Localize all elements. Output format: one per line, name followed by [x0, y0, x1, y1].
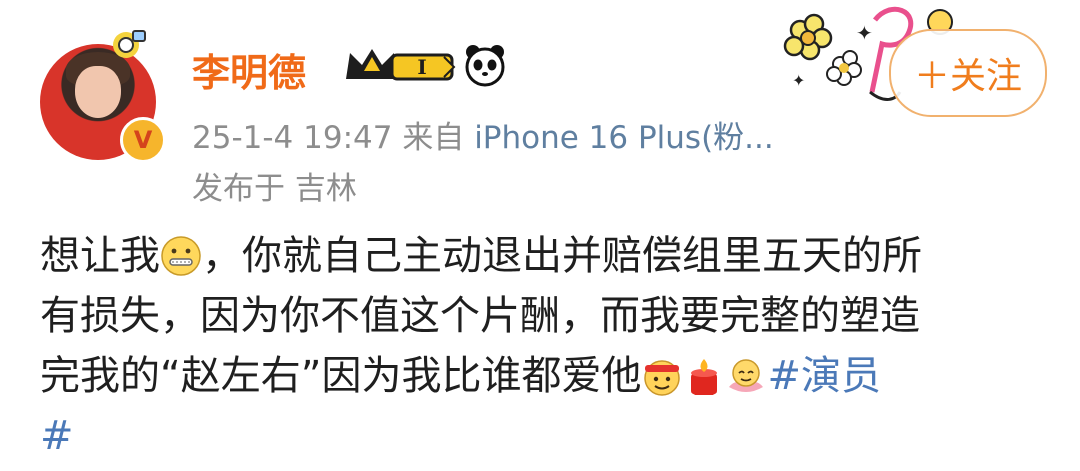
decoration-icon [113, 30, 146, 58]
verified-badge: V [120, 117, 166, 163]
post-timestamp: 25-1-4 19:47 [192, 120, 393, 156]
panda-icon [465, 45, 505, 87]
headband-emoji-icon [644, 360, 681, 396]
follow-button[interactable]: ＋关注 [889, 29, 1047, 117]
post-meta: 25-1-4 19:47 来自 iPhone 16 Plus(粉... [192, 112, 774, 157]
source-prefix: 来自 [402, 120, 465, 156]
zipper-mouth-emoji-icon [161, 236, 201, 276]
svg-text:✦: ✦ [792, 71, 805, 90]
lotus-emoji-icon [729, 359, 764, 392]
post-line-4[interactable]: # [40, 406, 74, 466]
source-link[interactable]: iPhone 16 Plus(粉... [474, 120, 774, 156]
post-line-1: 想让我 ，你就自己主动退出并赔偿组里五天的所 [40, 233, 922, 279]
post-location: 发布于 吉林 [192, 171, 357, 207]
post-line-2: 有损失，因为你不值这个片酬，而我要完整的塑造 [40, 293, 920, 339]
post-line-3: 完我的“赵左右”因为我比谁都爱他 #演员 [40, 353, 881, 399]
hashtag-actor[interactable]: #演员 [767, 353, 881, 399]
avatar-face [75, 66, 121, 118]
level-label: I [417, 55, 426, 79]
crown-badge-icon: I [346, 49, 456, 81]
username[interactable]: 李明德 [192, 42, 306, 97]
candle-emoji-icon [691, 359, 718, 395]
svg-text:✦: ✦ [856, 21, 873, 45]
